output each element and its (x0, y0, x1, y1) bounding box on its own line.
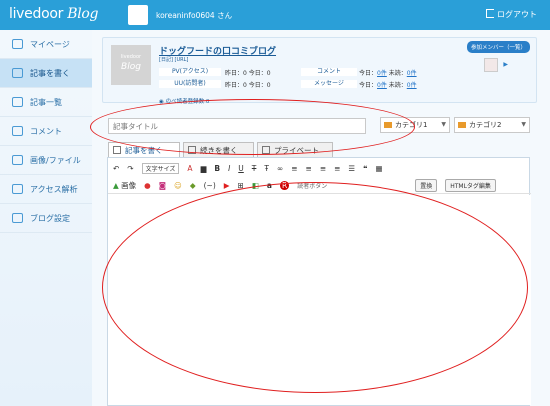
uu-label: UU(訪問者) (159, 80, 221, 88)
undo-icon[interactable]: ↶ (113, 164, 119, 173)
wrench-icon (12, 213, 23, 223)
kaomoji-button[interactable]: (~) (204, 181, 216, 190)
sidebar: マイページ 記事を書く 記事一覧 コメント 画像/ファイル アクセス解析 ブログ… (0, 30, 92, 406)
logout-button[interactable]: ログアウト (486, 9, 537, 20)
member-next-arrow-icon[interactable]: ▶ (503, 61, 508, 68)
sidebar-item-comments[interactable]: コメント (0, 117, 92, 146)
document-list-icon (12, 97, 23, 107)
text-color-icon[interactable]: A (187, 164, 192, 173)
sidebar-item-blog-settings[interactable]: ブログ設定 (0, 204, 92, 233)
message-today-link[interactable]: 0件 (377, 82, 387, 89)
amazon-icon[interactable]: a (267, 181, 272, 190)
rss-subscribers: ◉ のべ読者登録数 0 (159, 99, 210, 105)
sidebar-item-article-list[interactable]: 記事一覧 (0, 88, 92, 117)
uu-value: 昨日：0 今日：0 (225, 82, 271, 89)
reader-button[interactable]: 読者ボタン (297, 181, 327, 190)
pencil-icon (113, 146, 121, 154)
quote-icon[interactable]: ❝ (363, 164, 367, 173)
logout-icon (486, 9, 494, 18)
livedoor-blog-logo[interactable]: livedoor Blog (9, 6, 98, 22)
message-stats: 今日：0件 未読：0件 (359, 82, 417, 89)
emoji-icon[interactable]: ☺ (174, 181, 182, 190)
blog-info-panel: livedoor Blog ドッグフードの口コミブログ [日記] [URL] PV… (102, 37, 537, 105)
flickr-icon[interactable]: ● (144, 181, 151, 190)
instagram-icon[interactable]: ◙ (159, 181, 166, 190)
bold-icon[interactable]: B (214, 164, 220, 173)
youtube-icon[interactable]: ▶ (224, 181, 230, 190)
align-right-icon[interactable]: ≡ (320, 164, 326, 173)
insert-image-button[interactable]: ▲ 画像 (113, 180, 136, 191)
pv-label: PV(アクセス) (159, 68, 221, 76)
dropdown-arrow-icon: ▼ (441, 121, 446, 128)
article-editor: ↶ ↷ 文字サイズ A ▆ B I U T Ŧ ∞ ≡ ≡ ≡ ≡ ☰ ❝ ▦ … (107, 157, 531, 406)
bg-color-icon[interactable]: ▆ (201, 164, 207, 173)
justify-icon[interactable]: ≡ (334, 164, 340, 173)
sidebar-item-write-article[interactable]: 記事を書く (0, 59, 92, 88)
pv-value: 昨日：0 今日：0 (225, 70, 271, 77)
sidebar-item-mypage[interactable]: マイページ (0, 30, 92, 59)
map-icon[interactable]: ⊞ (238, 181, 244, 190)
pencil-icon (12, 68, 23, 78)
tab-private[interactable]: プライベート (257, 142, 333, 158)
html-edit-button[interactable]: HTMLタグ編集 (445, 178, 496, 192)
edit-icon (188, 146, 196, 154)
comment-today-link[interactable]: 0件 (377, 70, 387, 77)
chart-icon (12, 184, 23, 194)
username-label[interactable]: koreaninfo0604 さん (156, 10, 232, 21)
folder-icon (384, 122, 392, 128)
italic-icon[interactable]: I (228, 164, 230, 173)
user-avatar[interactable] (128, 5, 148, 25)
editor-toolbar-row1: ↶ ↷ 文字サイズ A ▆ B I U T Ŧ ∞ ≡ ≡ ≡ ≡ ☰ ❝ ▦ (108, 160, 531, 177)
blog-links[interactable]: [日記] [URL] (159, 56, 188, 63)
font-icon[interactable]: Ŧ (264, 164, 269, 173)
message-label: メッセージ (301, 80, 357, 88)
tab-write-article[interactable]: 記事を書く (108, 142, 180, 158)
main-content: livedoor Blog ドッグフードの口コミブログ [日記] [URL] PV… (92, 30, 550, 406)
comment-unread-link[interactable]: 0件 (407, 70, 417, 77)
member-avatar[interactable] (484, 58, 498, 72)
sidebar-item-analytics[interactable]: アクセス解析 (0, 175, 92, 204)
top-header: livedoor Blog koreaninfo0604 さん ログアウト (0, 0, 550, 30)
sidebar-item-images-files[interactable]: 画像/ファイル (0, 146, 92, 175)
font-size-select[interactable]: 文字サイズ (141, 163, 180, 174)
article-title-input[interactable] (108, 118, 366, 134)
list-icon[interactable]: ☰ (348, 164, 355, 173)
align-left-icon[interactable]: ≡ (291, 164, 297, 173)
comment-icon (12, 126, 23, 136)
tab-continue-writing[interactable]: 続きを書く (183, 142, 254, 158)
lock-icon (262, 146, 270, 154)
dropdown-arrow-icon: ▼ (521, 121, 526, 128)
folder-icon (458, 122, 466, 128)
redo-icon[interactable]: ↷ (127, 164, 133, 173)
member-list-button[interactable]: 参加メンバー（一覧） (466, 41, 530, 53)
category2-select[interactable]: カテゴリ2 ▼ (454, 117, 530, 133)
share-icon[interactable]: ◧ (252, 181, 259, 190)
image-icon (12, 155, 23, 165)
article-body-editor[interactable] (108, 195, 531, 405)
message-unread-link[interactable]: 0件 (407, 82, 417, 89)
home-icon (12, 39, 23, 49)
sticker-icon[interactable]: ◆ (190, 181, 196, 190)
blog-thumbnail[interactable]: livedoor Blog (111, 45, 151, 85)
underline-icon[interactable]: U (238, 164, 244, 173)
align-center-icon[interactable]: ≡ (306, 164, 312, 173)
image-icon: ▲ (113, 180, 119, 190)
comment-stats: 今日：0件 未読：0件 (359, 70, 417, 77)
table-icon[interactable]: ▦ (376, 164, 383, 173)
strikethrough-icon[interactable]: T (252, 164, 257, 173)
link-icon[interactable]: ∞ (277, 164, 283, 173)
editor-toolbar-row2: ▲ 画像 ● ◙ ☺ ◆ (~) ▶ ⊞ ◧ a R 読者ボタン 置換 HTML… (108, 177, 531, 194)
replace-button[interactable]: 置換 (415, 178, 438, 192)
rakuten-icon[interactable]: R (279, 180, 290, 190)
comment-label: コメント (301, 68, 357, 76)
category1-select[interactable]: カテゴリ1 ▼ (380, 117, 450, 133)
